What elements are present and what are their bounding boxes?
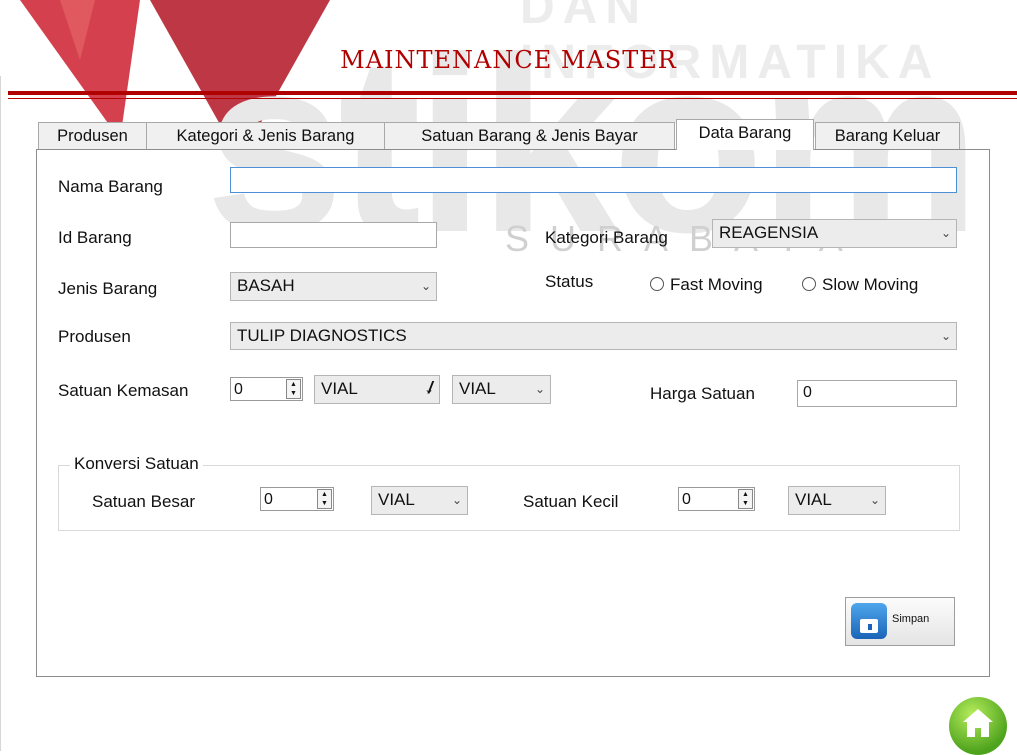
home-icon	[963, 709, 993, 737]
satuan-besar-qty: 0	[264, 491, 273, 508]
satuan-besar-spinner[interactable]: 0 ▲ ▼	[260, 487, 334, 511]
satuan-kecil-spinner[interactable]: 0 ▲ ▼	[678, 487, 755, 511]
chevron-down-icon: ⌄	[420, 279, 431, 293]
home-button[interactable]	[949, 697, 1007, 755]
simpan-label: Simpan	[892, 613, 930, 625]
kategori-barang-select[interactable]: REAGENSIA ⌄	[712, 219, 957, 248]
satuan-kemasan-unit1: VIAL	[321, 379, 358, 398]
spinner-up-down-icon[interactable]: ▲ ▼	[738, 489, 753, 509]
id-barang-input[interactable]	[230, 222, 437, 248]
chevron-down-icon: ⌄	[869, 493, 880, 507]
satuan-kemasan-unit2: VIAL	[459, 379, 496, 398]
satuan-kemasan-qty: 0	[234, 381, 243, 398]
jenis-barang-label: Jenis Barang	[58, 279, 158, 298]
satuan-besar-label: Satuan Besar	[92, 492, 196, 511]
slow-moving-label: Slow Moving	[822, 275, 919, 294]
spinner-up-down-icon[interactable]: ▲ ▼	[286, 379, 301, 399]
satuan-kemasan-unit2-select[interactable]: VIAL ⌄	[452, 375, 551, 404]
chevron-down-icon: ⌄	[451, 493, 462, 507]
status-slow-moving-radio[interactable]: Slow Moving	[802, 275, 918, 295]
kategori-barang-label: Kategori Barang	[545, 228, 668, 247]
satuan-besar-unit: VIAL	[378, 490, 415, 509]
unit-separator: /	[428, 378, 433, 397]
fast-moving-label: Fast Moving	[670, 275, 763, 294]
page-title: MAINTENANCE MASTER	[340, 46, 677, 74]
konversi-satuan-title: Konversi Satuan	[70, 454, 203, 474]
chevron-down-icon: ⌄	[534, 382, 545, 396]
harga-satuan-label: Harga Satuan	[650, 384, 755, 403]
produsen-label: Produsen	[58, 327, 131, 346]
tab-data-barang[interactable]: Data Barang	[676, 119, 814, 150]
tab-produsen[interactable]: Produsen	[38, 122, 147, 149]
satuan-kecil-label: Satuan Kecil	[523, 492, 619, 511]
id-barang-label: Id Barang	[58, 228, 132, 247]
nama-barang-input[interactable]	[230, 167, 957, 193]
simpan-button[interactable]: Simpan	[845, 597, 955, 646]
satuan-kemasan-spinner[interactable]: 0 ▲ ▼	[230, 377, 303, 401]
jenis-barang-value: BASAH	[237, 276, 295, 295]
chevron-down-icon: ⌄	[940, 226, 951, 240]
chevron-down-icon: ⌄	[940, 329, 951, 343]
radio-circle-icon	[802, 277, 816, 291]
spinner-up-down-icon[interactable]: ▲ ▼	[317, 489, 332, 509]
floppy-disk-icon	[851, 603, 887, 639]
jenis-barang-select[interactable]: BASAH ⌄	[230, 272, 437, 301]
tab-satuan-barang-jenis-bayar[interactable]: Satuan Barang & Jenis Bayar	[384, 122, 675, 149]
satuan-besar-unit-select[interactable]: VIAL ⌄	[371, 486, 468, 515]
title-divider-thick	[8, 91, 1017, 95]
satuan-kemasan-unit1-select[interactable]: VIAL ⌄	[314, 375, 440, 404]
satuan-kecil-qty: 0	[682, 491, 691, 508]
status-fast-moving-radio[interactable]: Fast Moving	[650, 275, 763, 295]
produsen-value: TULIP DIAGNOSTICS	[237, 326, 407, 345]
satuan-kemasan-label: Satuan Kemasan	[58, 381, 189, 400]
tab-kategori-jenis-barang[interactable]: Kategori & Jenis Barang	[146, 122, 385, 149]
tab-barang-keluar[interactable]: Barang Keluar	[815, 122, 960, 149]
status-label: Status	[545, 272, 594, 291]
harga-satuan-input[interactable]: 0	[797, 380, 957, 407]
window-left-border	[0, 76, 11, 751]
kategori-barang-value: REAGENSIA	[719, 223, 819, 242]
produsen-select[interactable]: TULIP DIAGNOSTICS ⌄	[230, 322, 957, 350]
nama-barang-label: Nama Barang	[58, 177, 163, 196]
radio-circle-icon	[650, 277, 664, 291]
satuan-kecil-unit-select[interactable]: VIAL ⌄	[788, 486, 886, 515]
title-divider-thin	[8, 98, 1017, 99]
satuan-kecil-unit: VIAL	[795, 490, 832, 509]
watermark-top-text: DAN INFORMATIKA	[520, 0, 941, 89]
